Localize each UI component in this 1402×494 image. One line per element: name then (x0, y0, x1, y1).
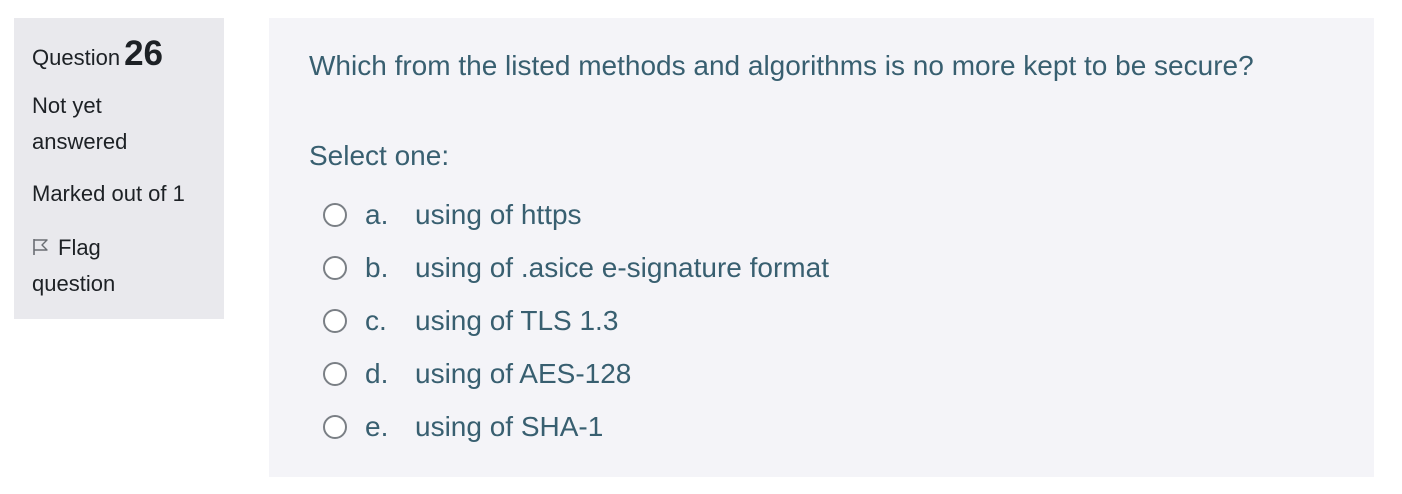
answer-text[interactable]: using of .asice e-signature format (415, 248, 829, 288)
radio-unchecked-icon[interactable] (323, 202, 347, 227)
answer-letter: e. (365, 410, 389, 442)
question-info-panel: Question 26 Not yet answered Marked out o… (14, 18, 224, 319)
question-content: Which from the listed methods and algori… (269, 18, 1374, 477)
answer-text[interactable]: using of AES-128 (415, 354, 631, 394)
question-state: Not yet answered (32, 93, 128, 154)
question-label: Question (32, 45, 121, 70)
select-one-prompt: Select one: (309, 140, 450, 171)
radio-unchecked-icon[interactable] (323, 255, 347, 280)
answer-letter: d. (365, 357, 389, 389)
answer-option-a[interactable]: a. using of https (323, 188, 829, 241)
question-number-value: 26 (124, 34, 163, 73)
answer-letter: c. (365, 304, 387, 336)
answer-option-d[interactable]: d. using of AES-128 (323, 347, 829, 400)
radio-unchecked-icon[interactable] (323, 361, 347, 386)
answer-list: a. using of https b. using of .asice e-s… (323, 188, 829, 453)
answer-option-c[interactable]: c. using of TLS 1.3 (323, 294, 829, 347)
answer-text[interactable]: using of https (415, 195, 582, 235)
flag-question-link[interactable]: Flag question (32, 230, 182, 302)
question-text: Which from the listed methods and algori… (309, 50, 1254, 81)
answer-text[interactable]: using of TLS 1.3 (415, 301, 618, 341)
question-grade: Marked out of 1 (32, 181, 185, 206)
answer-text[interactable]: using of SHA-1 (415, 407, 603, 447)
answer-option-e[interactable]: e. using of SHA-1 (323, 400, 829, 453)
answer-letter: b. (365, 251, 389, 283)
question-number: Question 26 (32, 34, 163, 78)
flag-icon (33, 239, 48, 255)
radio-unchecked-icon[interactable] (323, 308, 347, 333)
answer-letter: a. (365, 198, 389, 230)
answer-option-b[interactable]: b. using of .asice e-signature format (323, 241, 829, 294)
radio-unchecked-icon[interactable] (323, 414, 347, 439)
